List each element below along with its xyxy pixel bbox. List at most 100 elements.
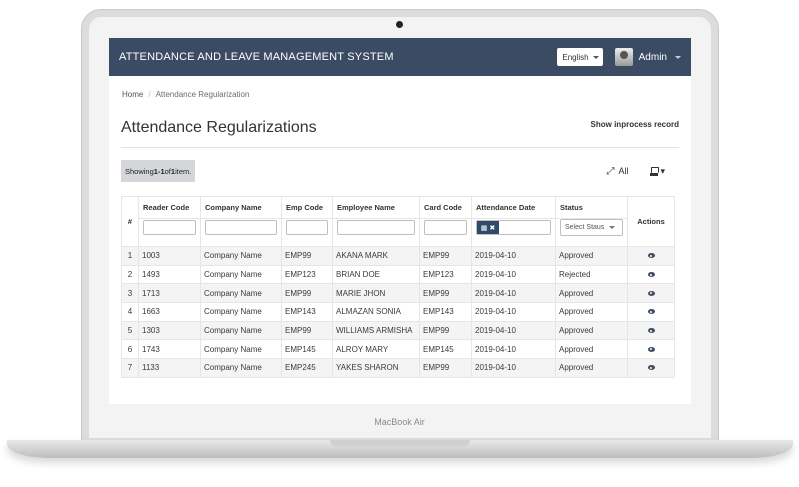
attendance-date-cell: 2019-04-10 (471, 358, 556, 378)
reader-code-cell: 1003 (138, 246, 201, 266)
card-code-filter-input[interactable] (424, 220, 467, 235)
status-cell: Approved (555, 283, 628, 304)
filter-row: ▦ ✖ Select Staus (122, 218, 675, 247)
card-code-cell: EMP143 (419, 302, 472, 322)
table-row: 6 1743 Company Name EMP145 ALROY MARY EMP145 2… (121, 339, 675, 360)
breadcrumb: Home / Attendance Regularization (109, 76, 691, 99)
employee-name-cell: ALROY MARY (332, 339, 420, 360)
card-code-cell: EMP99 (419, 246, 472, 266)
reader-code-cell: 1743 (138, 339, 201, 360)
reader-code-cell: 1303 (138, 320, 201, 341)
export-menu-button[interactable]: ▾ (650, 166, 665, 177)
row-index: 7 (121, 358, 139, 378)
card-code-cell: EMP123 (419, 264, 472, 285)
screen: ATTENDANCE AND LEAVE MANAGEMENT SYSTEM E… (109, 38, 691, 404)
status-filter-select[interactable]: Select Staus (560, 219, 623, 236)
show-all-label: All (618, 166, 629, 176)
column-header-card-code[interactable]: Card Code (419, 196, 472, 219)
breadcrumb-home[interactable]: Home (122, 90, 143, 99)
status-cell: Rejected (555, 264, 628, 285)
view-eye-icon[interactable] (647, 290, 655, 296)
top-navbar: ATTENDANCE AND LEAVE MANAGEMENT SYSTEM E… (109, 38, 691, 76)
user-menu-chevron-icon[interactable] (675, 55, 681, 59)
show-all-toggle[interactable]: ⤢ All (606, 166, 628, 177)
emp-code-filter-input[interactable] (286, 220, 328, 235)
row-index: 2 (121, 264, 139, 285)
attendance-date-cell: 2019-04-10 (471, 320, 556, 341)
card-code-cell: EMP99 (419, 283, 472, 304)
webcam (396, 21, 403, 28)
language-select[interactable]: English (557, 48, 603, 66)
employee-name-cell: ALMAZAN SONIA (332, 302, 420, 322)
employee-name-cell: MARIE JHON (332, 283, 420, 304)
breadcrumb-current: Attendance Regularization (155, 90, 250, 99)
employee-name-cell: BRIAN DOE (332, 264, 420, 285)
table-header-row: # Reader Code Company Name Emp Code Empl… (121, 196, 675, 247)
page-header: Attendance Regularizations Show inproces… (121, 119, 679, 148)
reader-code-cell: 1713 (138, 283, 201, 304)
show-inprocess-link[interactable]: Show inprocess record (591, 120, 679, 129)
view-eye-icon[interactable] (647, 328, 655, 334)
employee-name-cell: YAKES SHARON (332, 358, 420, 378)
user-menu-name[interactable]: Admin (639, 52, 667, 63)
grid-summary: Showing 1-1 of 1 item. (121, 160, 196, 182)
chevron-down-icon (592, 55, 599, 59)
expand-arrows-icon: ⤢ (606, 165, 615, 177)
column-header-emp-code[interactable]: Emp Code (281, 196, 333, 219)
table-row: 7 1133 Company Name EMP245 YAKES SHARON EMP99… (121, 358, 675, 378)
app-title[interactable]: ATTENDANCE AND LEAVE MANAGEMENT SYSTEM (119, 51, 557, 63)
emp-code-cell: EMP99 (281, 320, 333, 341)
row-index: 6 (121, 339, 139, 360)
actions-cell (627, 283, 675, 304)
export-icon (650, 166, 660, 176)
emp-code-cell: EMP99 (281, 246, 333, 266)
reader-code-filter-input[interactable] (143, 220, 196, 235)
status-cell: Approved (555, 246, 628, 266)
attendance-date-cell: 2019-04-10 (471, 302, 556, 322)
status-cell: Approved (555, 302, 628, 322)
reader-code-cell: 1133 (138, 358, 201, 378)
view-eye-icon[interactable] (647, 309, 655, 315)
calendar-clear-icon[interactable]: ▦ ✖ (477, 221, 499, 234)
summary-prefix: Showing (125, 166, 154, 176)
attendance-date-cell: 2019-04-10 (471, 246, 556, 266)
card-code-cell: EMP99 (419, 358, 472, 378)
grid-toolbar: Showing 1-1 of 1 item. ⤢ All ▾ (121, 160, 679, 182)
page-title: Attendance Regularizations (121, 119, 317, 136)
table-row: 5 1303 Company Name EMP99 WILLIAMS ARMISHA EM… (121, 320, 675, 341)
summary-suffix: item. (175, 166, 192, 176)
emp-code-cell: EMP123 (281, 264, 333, 285)
row-index: 3 (121, 283, 139, 304)
view-eye-icon[interactable] (647, 272, 655, 278)
company-name-cell: Company Name (200, 302, 282, 322)
view-eye-icon[interactable] (647, 365, 655, 371)
column-header-status[interactable]: Status (555, 196, 628, 219)
view-eye-icon[interactable] (647, 346, 655, 352)
column-header-reader-code[interactable]: Reader Code (138, 196, 201, 219)
column-header-actions: Actions (627, 196, 675, 247)
language-value: English (562, 52, 589, 62)
emp-code-cell: EMP99 (281, 283, 333, 304)
actions-cell (627, 302, 675, 322)
view-eye-icon[interactable] (647, 253, 655, 259)
user-avatar[interactable] (614, 48, 633, 66)
row-index: 1 (121, 246, 139, 266)
status-cell: Approved (555, 320, 628, 341)
company-name-filter-input[interactable] (205, 220, 277, 235)
company-name-cell: Company Name (200, 320, 282, 341)
column-header-employee-name[interactable]: Employee Name (332, 196, 420, 219)
emp-code-cell: EMP145 (281, 339, 333, 360)
company-name-cell: Company Name (200, 358, 282, 378)
laptop-notch (330, 440, 470, 446)
summary-range: 1-1 (153, 166, 165, 176)
reader-code-cell: 1663 (138, 302, 201, 322)
column-header-attendance-date[interactable]: Attendance Date (471, 196, 556, 219)
column-header-company-name[interactable]: Company Name (200, 196, 282, 219)
status-cell: Approved (555, 339, 628, 360)
employee-name-filter-input[interactable] (337, 220, 415, 235)
attendance-date-filter[interactable]: ▦ ✖ (476, 220, 551, 235)
company-name-cell: Company Name (200, 283, 282, 304)
export-caret-icon: ▾ (660, 165, 665, 176)
actions-cell (627, 264, 675, 285)
employee-name-cell: WILLIAMS ARMISHA (332, 320, 420, 341)
